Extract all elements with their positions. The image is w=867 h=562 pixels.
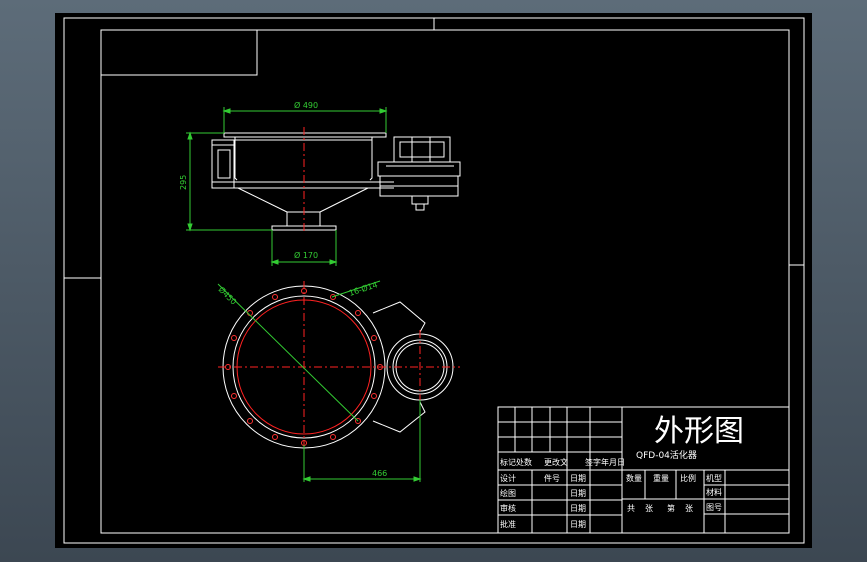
dim-circle-diameter: Ø450 bbox=[217, 284, 239, 306]
dim-offset: 466 bbox=[372, 469, 387, 478]
label-design: 设计 bbox=[500, 473, 516, 483]
dim-holes: 16-Ø14 bbox=[348, 279, 379, 298]
label-model: 机型 bbox=[706, 473, 722, 483]
label-date-3: 日期 bbox=[570, 504, 586, 513]
reference-box bbox=[100, 29, 258, 76]
label-page: 第 bbox=[667, 503, 675, 513]
front-view bbox=[211, 132, 461, 231]
dim-height: 295 bbox=[179, 175, 188, 190]
label-date-4: 日期 bbox=[570, 520, 586, 529]
label-material: 材料 bbox=[706, 487, 722, 497]
label-quantity: 数量 bbox=[626, 473, 642, 483]
label-approve: 批准 bbox=[500, 519, 516, 529]
label-sheet: 张 bbox=[645, 504, 653, 513]
drawing-title: 外形图 bbox=[654, 414, 744, 449]
label-drawing: 绘图 bbox=[500, 488, 516, 498]
title-block bbox=[497, 406, 790, 534]
label-total: 共 bbox=[627, 504, 635, 513]
front-dimensions bbox=[186, 107, 388, 266]
label-sheet-2: 张 bbox=[685, 504, 693, 513]
label-sign-date: 签字年月日 bbox=[585, 457, 625, 467]
label-figure: 图号 bbox=[706, 503, 722, 512]
label-scale: 比例 bbox=[680, 473, 696, 483]
label-review: 审核 bbox=[500, 503, 516, 513]
outer-frame bbox=[63, 17, 805, 544]
label-date-1: 日期 bbox=[570, 474, 586, 483]
label-part-no: 件号 bbox=[544, 473, 560, 483]
cad-drawing: Ø 490 295 Ø 170 Ø450 16-Ø14 466 外形图 QFD-… bbox=[63, 17, 805, 544]
label-weight: 重量 bbox=[653, 473, 669, 483]
label-mark-cells: 标记处数 bbox=[500, 457, 532, 467]
top-centerlines bbox=[218, 281, 460, 480]
dim-top-diameter: Ø 490 bbox=[294, 100, 318, 110]
label-date-2: 日期 bbox=[570, 489, 586, 498]
product-code: QFD-04活化器 bbox=[636, 449, 697, 461]
label-change-doc: 更改文 bbox=[544, 457, 568, 467]
dim-bottom-diameter: Ø 170 bbox=[294, 250, 318, 260]
